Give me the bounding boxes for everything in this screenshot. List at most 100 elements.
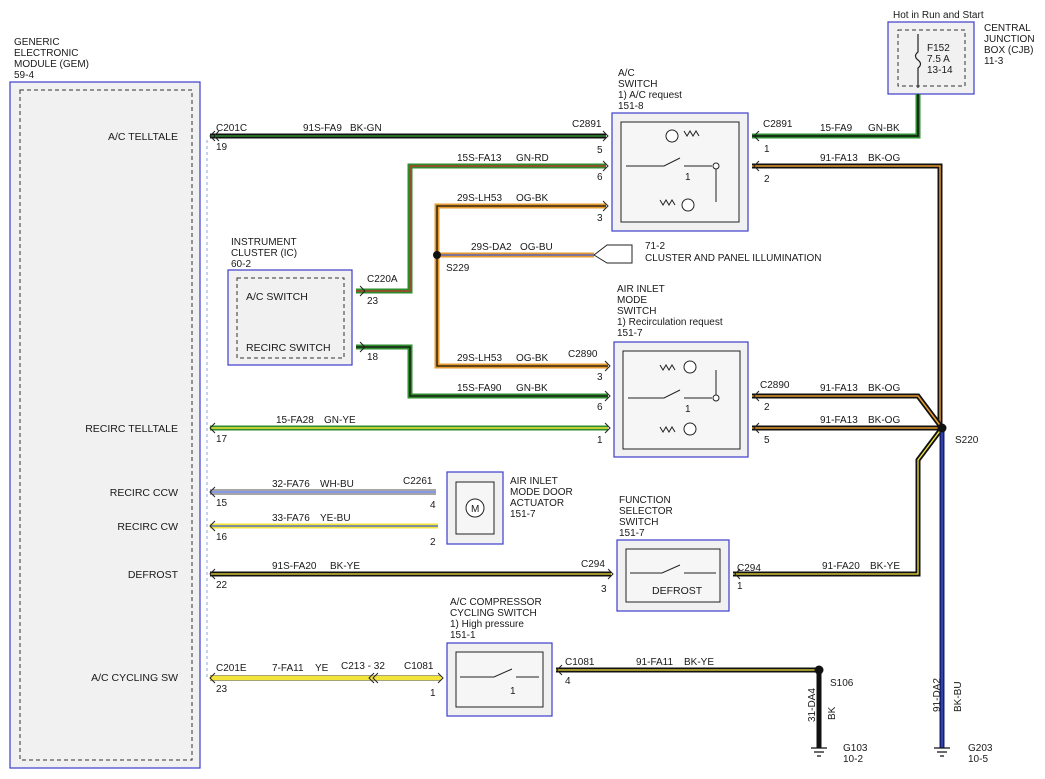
compressor-title-2: CYCLING SWITCH <box>450 608 537 619</box>
ac-switch-title-1: A/C <box>618 68 635 79</box>
wire-color: WH-BU <box>320 479 354 490</box>
function-selector-title-1: FUNCTION <box>619 495 671 506</box>
compressor-internal-1: 1 <box>510 686 516 697</box>
gem-label-recirc-cw: RECIRC CW <box>117 521 178 533</box>
ac-switch-internal-1: 1 <box>685 172 691 183</box>
wire-id: 91-FA13 <box>820 415 858 426</box>
actuator-title-1: AIR INLET <box>510 476 558 487</box>
gem-title-line-4: 59-4 <box>14 70 34 81</box>
actuator-module: M AIR INLET MODE DOOR ACTUATOR 151-7 <box>446 471 573 545</box>
connector-c294-left: C294 <box>581 559 605 570</box>
wire-color: BK-OG <box>868 415 900 426</box>
led-icon <box>681 198 695 212</box>
wire-id: 33-FA76 <box>272 513 310 524</box>
gem-title-line-1: GENERIC <box>14 37 60 48</box>
actuator-title-4: 151-7 <box>510 509 536 520</box>
pin-label: 15 <box>216 498 228 509</box>
wire-id: 15S-FA90 <box>457 383 502 394</box>
gem-title-line-2: ELECTRONIC <box>14 48 78 59</box>
wire-id: 91-FA13 <box>820 383 858 394</box>
air-inlet-inner <box>622 350 741 450</box>
illumination-reference: 71-2 CLUSTER AND PANEL ILLUMINATION <box>593 241 822 264</box>
wire-color: BK-YE <box>870 561 900 572</box>
compressor-title-3: 1) High pressure <box>450 619 524 630</box>
ground-icon <box>934 747 950 757</box>
connector-c201c: C201C <box>216 123 247 134</box>
air-inlet-title-2: MODE <box>617 295 647 306</box>
splice-s220-label: S220 <box>955 435 979 446</box>
defrost-label: DEFROST <box>652 585 703 597</box>
motor-letter: M <box>471 504 479 515</box>
illumination-ref-2: CLUSTER AND PANEL ILLUMINATION <box>645 253 822 264</box>
cjb-header: Hot in Run and Start <box>893 10 984 21</box>
splice-s220-dot <box>937 423 947 433</box>
fuse-label-3: 13-14 <box>927 65 953 76</box>
wire-color: BK-GN <box>350 123 382 134</box>
fuse-label-1: F152 <box>927 43 950 54</box>
compressor-title-1: A/C COMPRESSOR <box>450 597 542 608</box>
wire-id: 91-FA11 <box>636 657 673 668</box>
cjb-title-3: BOX (CJB) <box>984 45 1033 56</box>
g103-label-1: G103 <box>843 743 868 754</box>
fuse-label-2: 7.5 A <box>927 54 950 65</box>
function-selector-title-3: SWITCH <box>619 517 658 528</box>
function-selector-title-4: 151-7 <box>619 528 645 539</box>
ic-recirc-switch-label: RECIRC SWITCH <box>246 342 331 354</box>
compressor-title-4: 151-1 <box>450 630 476 641</box>
grounds: 31-DA4 BK 91-DA2 BK-BU G103 10-2 G203 10… <box>807 678 993 765</box>
led-icon <box>683 422 697 436</box>
ac-switch-title-2: SWITCH <box>618 79 657 90</box>
wire-color: GN-YE <box>324 415 356 426</box>
pin-label: 2 <box>430 537 436 548</box>
pin-label: 22 <box>216 580 228 591</box>
wire-color: YE-BU <box>320 513 351 524</box>
g203-wire-id: 91-DA2 <box>932 678 943 712</box>
instrument-cluster-module: INSTRUMENT CLUSTER (IC) 60-2 A/C SWITCH … <box>227 237 353 366</box>
pin-label: 6 <box>597 402 603 413</box>
g203-wire-color: BK-BU <box>953 681 964 712</box>
wire-id: 15-FA28 <box>276 415 314 426</box>
ac-switch-module: A/C SWITCH 1) A/C request 151-8 1 <box>611 68 749 232</box>
wire-color: BK-OG <box>868 153 900 164</box>
pin-label: 3 <box>597 372 603 383</box>
g103-wire-id: 31-DA4 <box>807 688 818 722</box>
pin-label: 16 <box>216 532 228 543</box>
connector-c2261: C2261 <box>403 476 433 487</box>
pin-label: 1 <box>737 581 743 592</box>
connector-c2891-right: C2891 <box>763 119 793 130</box>
air-inlet-title-3: SWITCH <box>617 306 656 317</box>
air-inlet-title-1: AIR INLET <box>617 284 665 295</box>
cjb-module: Hot in Run and Start F152 7.5 A 13-14 CE… <box>887 10 1035 95</box>
splice-s106-label: S106 <box>830 678 854 689</box>
wire-id: 29S-LH53 <box>457 193 502 204</box>
splice-s229-label: S229 <box>446 263 470 274</box>
wire-gn-rd <box>356 163 606 294</box>
wire-id: 7-FA11 <box>272 663 304 674</box>
wire-color: BK-YE <box>684 657 714 668</box>
gem-label-ac-telltale: A/C TELLTALE <box>108 131 178 143</box>
actuator-title-2: MODE DOOR <box>510 487 573 498</box>
wiring-diagram: GENERIC ELECTRONIC MODULE (GEM) 59-4 A/C… <box>9 10 1035 769</box>
pin-label: 1 <box>764 144 770 155</box>
led-icon <box>683 360 697 374</box>
cjb-title-2: JUNCTION <box>984 34 1035 45</box>
pin-label: 2 <box>764 174 770 185</box>
wire-color: OG-BK <box>516 193 549 204</box>
wire-color: GN-BK <box>516 383 548 394</box>
air-inlet-title-4: 1) Recirculation request <box>617 317 723 328</box>
connector-c294-right: C294 <box>737 563 761 574</box>
gem-label-recirc-telltale: RECIRC TELLTALE <box>85 423 178 435</box>
pin-label: 6 <box>597 172 603 183</box>
gem-label-defrost: DEFROST <box>128 569 179 581</box>
wire-id: 29S-LH53 <box>457 353 502 364</box>
pin-label: 3 <box>597 213 603 224</box>
wire-id: 15-FA9 <box>820 123 853 134</box>
gem-label-ac-cycling-sw: A/C CYCLING SW <box>91 672 178 684</box>
pin-label: 1 <box>430 688 436 699</box>
wire-color: GN-BK <box>868 123 900 134</box>
function-selector-title-2: SELECTOR <box>619 506 673 517</box>
splice-s229-dot <box>433 251 441 259</box>
air-inlet-internal-1: 1 <box>685 404 691 415</box>
wire-id: 29S-DA2 <box>471 242 512 253</box>
wire-color: YE <box>315 663 329 674</box>
